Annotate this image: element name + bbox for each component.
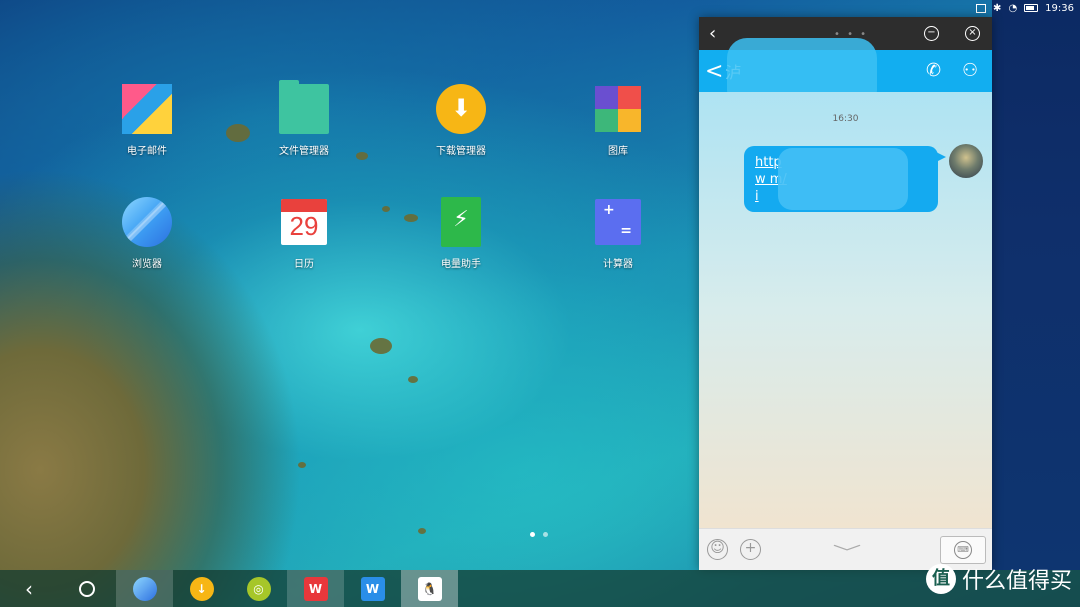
battery-icon xyxy=(1024,4,1039,12)
wallpaper-island xyxy=(298,462,306,468)
app-calculator[interactable]: + = 计算器 xyxy=(563,197,673,270)
taskbar-app-wps-office[interactable]: W xyxy=(287,570,344,607)
status-bar: ✱ ◔ 19:36 xyxy=(940,0,1080,16)
wallpaper-island xyxy=(408,376,418,383)
taskbar-app-wps-writer[interactable]: W xyxy=(344,570,401,607)
calendar-icon: 29 xyxy=(281,199,327,245)
watermark-logo: 值 xyxy=(925,564,956,594)
nav-home-button[interactable] xyxy=(58,570,116,607)
message-redaction xyxy=(778,148,908,210)
user-profile-icon[interactable]: ⚇ xyxy=(962,60,982,81)
wallpaper-island xyxy=(418,528,426,534)
app-label: 日历 xyxy=(294,259,314,270)
page-dot-active[interactable] xyxy=(530,532,535,537)
message-list: 16:30 http w m/ i xyxy=(699,92,992,528)
page-indicator xyxy=(530,532,548,537)
app-label: 图库 xyxy=(608,146,628,157)
emoji-icon[interactable]: ☺ xyxy=(707,539,728,560)
wallpaper-island xyxy=(370,338,392,354)
chevron-down-icon[interactable]: ﹀ xyxy=(833,539,862,563)
taskbar: ‹ ↓ ◎ W W 🐧 xyxy=(0,570,1080,607)
home-icon xyxy=(79,580,95,597)
nav-back-button[interactable]: ‹ xyxy=(0,570,58,607)
wps-office-icon: W xyxy=(303,576,328,601)
qq-icon: 🐧 xyxy=(417,576,442,601)
wallpaper-ocean xyxy=(992,0,1080,570)
phone-icon[interactable]: ✆ xyxy=(926,60,946,81)
app-download-manager[interactable]: 下载管理器 xyxy=(406,84,516,157)
download-icon xyxy=(436,84,486,134)
keyboard-button[interactable]: ⌨ xyxy=(940,536,986,564)
taskbar-app-search[interactable]: ◎ xyxy=(230,570,287,607)
browser-icon xyxy=(122,197,172,247)
app-label: 浏览器 xyxy=(132,259,162,270)
chat-window: ‹ • • • − × < 泸 ✆ ⚇ 16:30 http w m/ i ☺ … xyxy=(699,17,992,570)
search-icon: ◎ xyxy=(246,576,271,601)
watermark: 值 什么值得买 xyxy=(925,563,1072,595)
screen-icon xyxy=(976,3,987,13)
email-icon xyxy=(122,84,172,134)
chat-header: < 泸 ✆ ⚇ xyxy=(699,38,992,110)
app-battery-assistant[interactable]: 电量助手 xyxy=(406,197,516,270)
folder-icon xyxy=(279,80,329,134)
app-browser[interactable]: 浏览器 xyxy=(92,197,202,270)
browser-icon xyxy=(132,576,157,601)
message-timestamp: 16:30 xyxy=(832,114,859,124)
calendar-day: 29 xyxy=(289,211,319,241)
app-label: 电子邮件 xyxy=(127,146,167,157)
window-back-icon[interactable]: ‹ xyxy=(709,23,729,44)
chat-back-icon[interactable]: < xyxy=(705,59,723,84)
taskbar-app-browser[interactable] xyxy=(116,570,173,607)
wifi-icon: ◔ xyxy=(1008,2,1018,14)
taskbar-app-qq[interactable]: 🐧 xyxy=(401,570,458,607)
watermark-text: 什么值得买 xyxy=(961,569,1072,594)
plus-icon[interactable]: + xyxy=(740,539,761,560)
wallpaper-island xyxy=(382,206,390,212)
calculator-icon: + = xyxy=(595,199,641,245)
avatar[interactable] xyxy=(949,144,983,178)
back-icon: ‹ xyxy=(25,576,33,601)
status-time: 19:36 xyxy=(1045,2,1074,14)
app-label: 文件管理器 xyxy=(279,146,329,157)
app-file-manager[interactable]: 文件管理器 xyxy=(249,80,359,157)
wallpaper-island xyxy=(226,124,250,142)
app-calendar[interactable]: 29 日历 xyxy=(249,197,359,270)
keyboard-icon: ⌨ xyxy=(954,541,972,559)
bluetooth-icon: ✱ xyxy=(993,2,1002,14)
app-gallery[interactable]: 图库 xyxy=(563,84,673,157)
gallery-icon xyxy=(595,86,641,132)
download-icon: ↓ xyxy=(189,576,214,601)
message-bubble[interactable]: http w m/ i xyxy=(744,146,946,212)
wps-writer-icon: W xyxy=(360,576,385,601)
close-icon[interactable]: × xyxy=(965,26,980,41)
app-label: 电量助手 xyxy=(441,259,481,270)
battery-assistant-icon xyxy=(441,197,481,247)
page-dot[interactable] xyxy=(543,532,548,537)
app-label: 计算器 xyxy=(603,259,633,270)
minimize-icon[interactable]: − xyxy=(924,26,939,41)
app-email[interactable]: 电子邮件 xyxy=(92,84,202,157)
taskbar-app-download[interactable]: ↓ xyxy=(173,570,230,607)
app-label: 下载管理器 xyxy=(436,146,486,157)
